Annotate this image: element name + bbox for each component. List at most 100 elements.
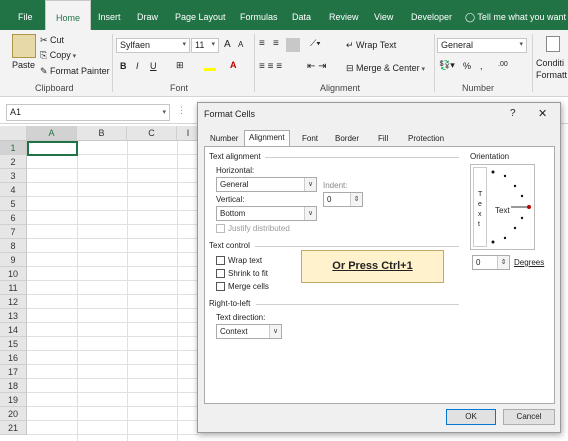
row-header[interactable]: 1 (0, 141, 27, 155)
vertical-select[interactable]: Bottom ∨ (216, 206, 317, 221)
tab-protection[interactable]: Protection (404, 132, 448, 146)
row-header[interactable]: 3 (0, 169, 27, 183)
tab-draw[interactable]: Draw (137, 0, 158, 30)
worksheet-grid[interactable] (0, 126, 200, 441)
paste-button[interactable]: Paste (12, 60, 35, 70)
fill-color-icon[interactable] (204, 62, 216, 71)
row-header[interactable]: 14 (0, 323, 27, 337)
indent-spinner[interactable]: 0 ⇕ (323, 192, 363, 207)
grid-line (27, 336, 199, 337)
row-header[interactable]: 15 (0, 337, 27, 351)
merge-cells-checkbox[interactable] (216, 282, 225, 291)
row-header[interactable]: 16 (0, 351, 27, 365)
cancel-button[interactable]: Cancel (503, 409, 555, 425)
tell-me-box[interactable]: ◯ Tell me what you want (465, 0, 566, 30)
tab-file[interactable]: File (18, 0, 33, 30)
copy-button[interactable]: ⎘ Copy ▾ (40, 50, 76, 61)
row-header[interactable]: 6 (0, 211, 27, 225)
tab-number[interactable]: Number (206, 132, 242, 146)
row-header[interactable]: 2 (0, 155, 27, 169)
formula-bar-divider: ⋮ (177, 105, 186, 115)
tab-data[interactable]: Data (292, 0, 311, 30)
ribbon-separator (254, 34, 255, 92)
shrink-to-fit-checkbox[interactable] (216, 269, 225, 278)
grid-line (27, 182, 199, 183)
tab-formulas[interactable]: Formulas (240, 0, 278, 30)
italic-button[interactable]: I (136, 61, 139, 71)
conditional-formatting-label-2[interactable]: Formatt (536, 70, 567, 80)
wrap-text-button[interactable]: ↵ Wrap Text (346, 40, 396, 51)
column-header[interactable]: B (77, 126, 127, 141)
justify-distributed-checkbox[interactable] (216, 224, 225, 233)
tab-developer[interactable]: Developer (411, 0, 452, 30)
align-top-icon[interactable]: ≡ (259, 38, 265, 49)
align-bottom-icon[interactable] (286, 38, 300, 52)
merge-center-button[interactable]: ⊟ Merge & Center ▾ (346, 63, 425, 74)
number-format-select[interactable]: General ▾ (437, 38, 527, 53)
align-middle-icon[interactable]: ≡ (273, 38, 279, 49)
section-rule (256, 304, 459, 305)
brush-icon: ✎ (40, 66, 51, 76)
column-header[interactable]: C (127, 126, 177, 141)
row-header[interactable]: 20 (0, 407, 27, 421)
scissors-icon: ✂ (40, 35, 51, 45)
comma-button[interactable]: , (480, 61, 483, 71)
align-left-icon[interactable]: ≡ ≡ ≡ (259, 61, 282, 72)
column-header[interactable]: A (27, 126, 77, 141)
tab-font[interactable]: Font (298, 132, 322, 146)
close-icon[interactable]: ✕ (538, 107, 547, 120)
tab-fill[interactable]: Fill (374, 132, 392, 146)
borders-icon[interactable]: ⊞ (176, 60, 184, 71)
row-header[interactable]: 7 (0, 225, 27, 239)
degrees-label: Degrees (514, 258, 545, 267)
ok-button[interactable]: OK (446, 409, 496, 425)
tab-view[interactable]: View (374, 0, 393, 30)
row-header[interactable]: 12 (0, 295, 27, 309)
help-button[interactable]: ? (510, 108, 516, 119)
horizontal-select[interactable]: General ∨ (216, 177, 317, 192)
tab-home[interactable]: Home (45, 0, 92, 30)
wrap-text-label: Wrap text (228, 256, 263, 265)
grid-line (27, 392, 199, 393)
conditional-formatting-icon[interactable] (546, 36, 560, 52)
percent-button[interactable]: % (463, 61, 471, 71)
indent-icons[interactable]: ⇤ ⇥ (307, 61, 327, 72)
indent-label: Indent: (323, 181, 348, 190)
row-header[interactable]: 13 (0, 309, 27, 323)
cut-button[interactable]: ✂ Cut (40, 35, 64, 46)
bold-button[interactable]: B (120, 61, 127, 71)
active-cell-a1[interactable] (27, 141, 78, 156)
row-header[interactable]: 4 (0, 183, 27, 197)
text-direction-select[interactable]: Context ∨ (216, 324, 282, 339)
row-header[interactable]: 21 (0, 421, 27, 435)
orientation-icon[interactable]: ⟋▾ (310, 38, 321, 49)
increase-decimal-button[interactable]: .00 (498, 61, 508, 68)
wrap-text-checkbox[interactable] (216, 256, 225, 265)
row-header[interactable]: 17 (0, 365, 27, 379)
row-header[interactable]: 10 (0, 267, 27, 281)
tab-page-layout[interactable]: Page Layout (175, 0, 226, 30)
font-color-icon[interactable]: A (230, 60, 237, 70)
underline-button[interactable]: U (150, 61, 157, 71)
font-name-select[interactable]: Sylfaen ▾ (116, 38, 190, 53)
text-alignment-heading: Text alignment (209, 152, 261, 161)
conditional-formatting-label[interactable]: Conditi (536, 58, 564, 68)
degrees-spinner[interactable]: 0 ⇕ (472, 255, 510, 270)
grow-font-button[interactable]: A (224, 39, 231, 50)
shrink-font-button[interactable]: A (238, 40, 243, 49)
tab-border[interactable]: Border (331, 132, 363, 146)
tab-alignment[interactable]: Alignment (244, 130, 290, 146)
tab-review[interactable]: Review (329, 0, 359, 30)
format-painter-button[interactable]: ✎ Format Painter (40, 66, 110, 77)
row-header[interactable]: 8 (0, 239, 27, 253)
row-header[interactable]: 11 (0, 281, 27, 295)
name-box[interactable]: A1 ▾ (6, 104, 170, 121)
row-header[interactable]: 19 (0, 393, 27, 407)
select-all-corner[interactable] (0, 126, 27, 141)
row-header[interactable]: 9 (0, 253, 27, 267)
row-header[interactable]: 18 (0, 379, 27, 393)
tab-insert[interactable]: Insert (98, 0, 121, 30)
font-size-select[interactable]: 11 ▾ (191, 38, 219, 53)
row-header[interactable]: 5 (0, 197, 27, 211)
currency-icon[interactable]: 💱▾ (439, 60, 455, 71)
